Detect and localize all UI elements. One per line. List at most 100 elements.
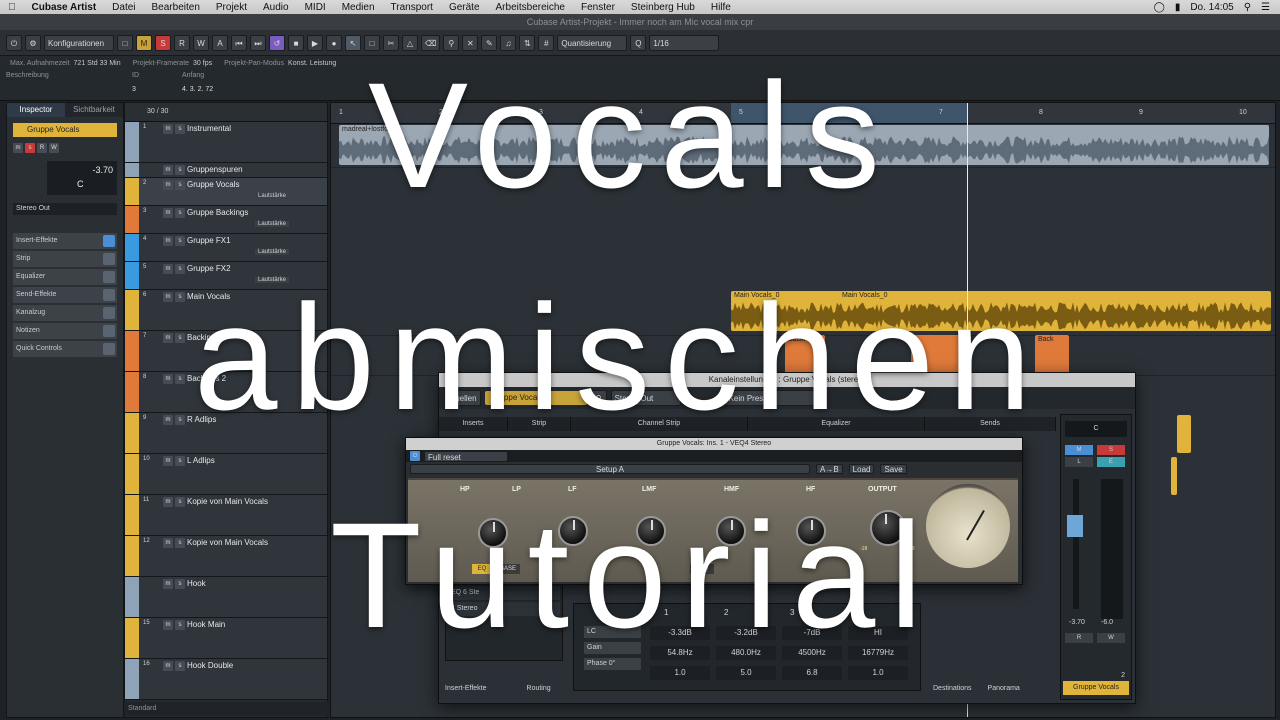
track-color[interactable] [125,618,139,658]
quantize-dropdown[interactable]: Quantisierung [557,34,628,51]
track-solo-button[interactable]: s [175,374,185,384]
mute-button[interactable]: m [13,143,23,153]
section-insert-effects[interactable]: Insert-Effekte [13,233,117,249]
menu-audio[interactable]: Audio [255,2,297,13]
track-row[interactable]: 10 m s L Adlips [125,454,327,495]
strip-listen[interactable]: L [1065,457,1093,467]
quantize-icon[interactable]: Q [630,34,647,51]
track-color[interactable] [125,262,139,289]
eq-q-2[interactable]: 5.0 [716,666,776,680]
eq-q-4[interactable]: 1.0 [848,666,908,680]
glue-tool-icon[interactable]: △ [402,34,418,51]
menu-transport[interactable]: Transport [383,2,441,13]
track-solo-button[interactable]: s [175,236,185,246]
mute-tool-icon[interactable]: ✕ [462,34,479,51]
track-row[interactable]: 3 m s Gruppe Backings Lautstärke [125,206,327,234]
track-mute-button[interactable]: m [163,180,173,190]
section-notes[interactable]: Notizen [13,323,117,339]
tab-visibility[interactable]: Sichtbarkeit [65,103,123,117]
track-color[interactable] [125,331,139,371]
solo-button[interactable]: s [25,143,35,153]
range-tool-icon[interactable]: □ [364,34,380,51]
strip-write[interactable]: W [1097,633,1125,643]
write-button[interactable]: W [193,34,209,51]
track-row[interactable]: 1 m s Instrumental [125,122,327,163]
quantize-value[interactable]: 1/16 [649,34,720,51]
clip-adlip-r[interactable] [1177,415,1191,453]
menu-medien[interactable]: Medien [334,2,383,13]
track-solo-button[interactable]: s [175,292,185,302]
stop-icon[interactable]: ■ [288,34,304,51]
grid-icon[interactable]: # [538,34,555,51]
strip-mute[interactable]: M [1065,445,1093,455]
start-value[interactable]: 4. 3. 2. 72 [182,86,213,93]
tab-insert-effects[interactable]: Insert-Effekte [445,685,487,692]
track-row[interactable]: 11 m s Kopie von Main Vocals [125,495,327,536]
menu-midi[interactable]: MIDI [297,2,334,13]
track-color[interactable] [125,163,139,177]
strip-solo[interactable]: S [1097,445,1125,455]
track-row[interactable]: 2 m s Gruppe Vocals Lautstärke [125,178,327,206]
menu-fenster[interactable]: Fenster [573,2,623,13]
track-mute-button[interactable]: m [163,456,173,466]
track-solo-button[interactable]: s [175,538,185,548]
track-name[interactable]: Instrumental [187,124,231,133]
search-icon[interactable]: ⚲ [1244,2,1251,13]
split-tool-icon[interactable]: ✂ [383,34,399,51]
settings-icon[interactable]: ⚙ [25,34,41,51]
tab-panorama[interactable]: Panorama [988,685,1020,692]
track-solo-button[interactable]: s [175,180,185,190]
track-row[interactable]: m s Gruppenspuren [125,163,327,178]
track-mute-button[interactable]: m [163,124,173,134]
section-equalizer[interactable]: Equalizer [13,269,117,285]
track-solo-button[interactable]: s [175,456,185,466]
eq-q-3[interactable]: 6.8 [782,666,842,680]
apple-icon[interactable]:  [0,2,24,13]
track-row[interactable]: 15 m s Hook Main [125,618,327,659]
track-solo-button[interactable]: s [175,661,185,671]
track-name[interactable]: Gruppenspuren [187,165,243,174]
read-button[interactable]: R [174,34,190,51]
track-name[interactable]: Gruppe Backings [187,208,248,217]
track-mute-button[interactable]: m [163,497,173,507]
config-dropdown[interactable]: Konfigurationen [44,34,114,51]
menu-hilfe[interactable]: Hilfe [703,2,739,13]
cycle-icon[interactable]: ↺ [269,34,285,51]
a-button[interactable]: A [212,34,228,51]
strip-fader-handle[interactable] [1067,515,1083,537]
section-channel[interactable]: Kanalzug [13,305,117,321]
plugin-load[interactable]: Load [848,464,875,474]
zoom-tool-icon[interactable]: ⚲ [443,34,460,51]
track-color[interactable] [125,372,139,412]
track-solo-button[interactable]: s [175,579,185,589]
track-row[interactable]: 16 m s Hook Double [125,659,327,700]
solo-all-button[interactable]: S [155,34,171,51]
track-mute-button[interactable]: m [163,264,173,274]
track-color[interactable] [125,454,139,494]
snap-icon[interactable]: ⇅ [519,34,536,51]
menu-app[interactable]: Cubase Artist [24,2,105,13]
strip-read[interactable]: R [1065,633,1093,643]
track-mute-button[interactable]: m [163,292,173,302]
track-solo-button[interactable]: s [175,497,185,507]
section-send-effects[interactable]: Send-Effekte [13,287,117,303]
track-mute-button[interactable]: m [163,374,173,384]
pointer-tool-icon[interactable]: ↖ [345,34,361,51]
track-name[interactable]: Hook Double [187,661,233,670]
track-row[interactable]: m s Hook [125,577,327,618]
track-name[interactable]: Kopie von Main Vocals [187,497,268,506]
track-color[interactable] [125,178,139,205]
track-color[interactable] [125,413,139,453]
menu-list-icon[interactable]: ☰ [1261,2,1270,13]
go-start-icon[interactable]: ⏮ [231,34,247,51]
play-icon[interactable]: ▶ [307,34,323,51]
menu-steinberg-hub[interactable]: Steinberg Hub [623,2,703,13]
battery-icon[interactable]: ▮ [1175,2,1181,13]
track-color[interactable] [125,659,139,699]
track-name[interactable]: Hook Main [187,620,225,629]
track-solo-button[interactable]: s [175,124,185,134]
tab-destinations[interactable]: Destinations [933,685,972,692]
inspector-track-name[interactable]: Gruppe Vocals [13,123,117,137]
strip-fader[interactable] [1073,479,1079,609]
lock-icon[interactable]: □ [117,34,133,51]
